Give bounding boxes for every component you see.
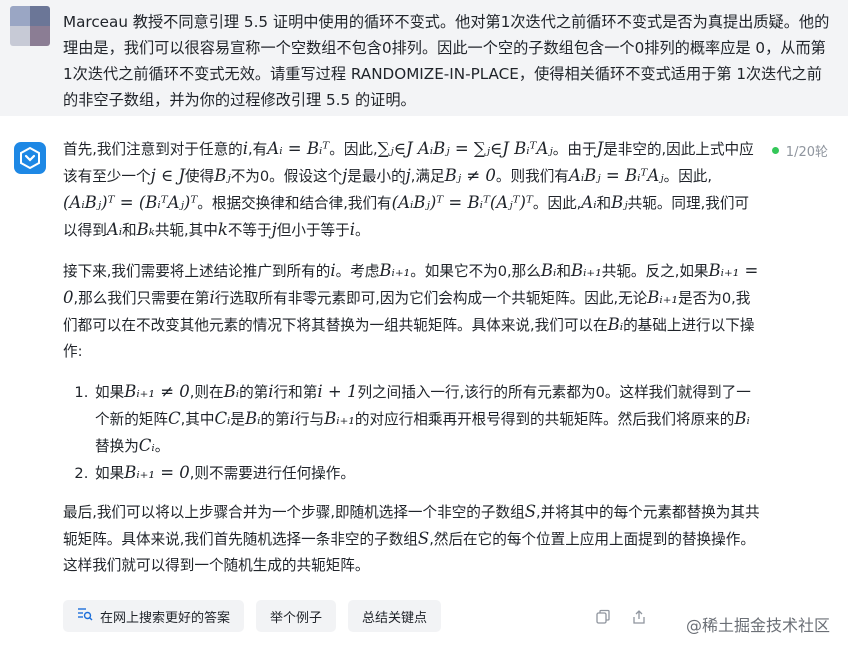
text-segment: 是最小的 <box>347 168 406 185</box>
math-expression: k <box>217 220 228 239</box>
copy-icon[interactable] <box>594 608 612 626</box>
example-button[interactable]: 举个例子 <box>256 600 337 632</box>
text-segment: 首先,我们注意到对于任意的 <box>63 141 243 158</box>
text-segment: 的对应行相乘再开根号得到的共轭矩阵。然后我们将原来的 <box>354 411 735 428</box>
watermark: @稀土掘金技术社区 <box>686 612 830 636</box>
text-segment: 行选取所有非零元素即可,因为它们会构成一个共轭矩阵。因此,无论 <box>214 290 648 307</box>
math-expression: AᵢBⱼ = BᵢᵀAⱼ <box>568 166 664 185</box>
text-segment: 和 <box>556 263 571 280</box>
math-expression: Bᵢ₊₁ <box>379 261 411 280</box>
math-expression: Bᵢ₊₁ <box>324 409 355 428</box>
text-segment: 不等于 <box>227 222 272 239</box>
search-list-icon <box>77 606 93 626</box>
answer-content: 首先,我们注意到对于任意的i,有Aᵢ = Bᵢᵀ。因此,∑ⱼ∈J AᵢBⱼ = … <box>63 136 763 593</box>
text-segment: 。则我们有 <box>495 168 569 185</box>
summary-button[interactable]: 总结关键点 <box>348 600 442 632</box>
text-segment: 最后,我们可以将以上步骤合并为一个步骤,即随机选择一个非空的子数组 <box>63 504 525 521</box>
summary-label: 总结关键点 <box>362 610 428 626</box>
text-segment: ,则不需要进行任何操作。 <box>189 465 355 482</box>
chat-bot-icon <box>14 142 46 174</box>
search-web-button[interactable]: 在网上搜索更好的答案 <box>63 600 245 632</box>
text-segment: ,满足 <box>410 168 445 185</box>
search-web-label: 在网上搜索更好的答案 <box>100 610 231 626</box>
math-expression: Bᵢ <box>540 261 557 280</box>
example-label: 举个例子 <box>270 610 323 626</box>
text-segment: 共轭,其中 <box>154 222 218 239</box>
suggestion-actions: 在网上搜索更好的答案 举个例子 总结关键点 <box>63 600 442 632</box>
text-segment: 接下来,我们需要将上述结论推广到所有的 <box>63 263 331 280</box>
text-segment: ,其中 <box>180 411 215 428</box>
text-segment: 的第 <box>239 384 269 401</box>
math-expression: Bⱼ ≠ 0 <box>444 166 496 185</box>
math-expression: S <box>524 502 536 521</box>
math-expression: Bᵢ₊₁ ≠ 0 <box>124 382 190 401</box>
text-segment: 。如果它不为0,那么 <box>410 263 541 280</box>
text-segment: 和 <box>122 222 137 239</box>
text-segment: 。根据交换律和结合律,我们有 <box>197 195 392 212</box>
math-expression: Bᵢ₊₁ <box>570 261 602 280</box>
question-text: Marceau 教授不同意引理 5.5 证明中使用的循环不变式。他对第1次迭代之… <box>63 13 830 109</box>
text-segment: 不为0。假设这个 <box>230 168 343 185</box>
math-expression: Bᵢ <box>223 382 240 401</box>
text-segment: 。因此, <box>532 195 582 212</box>
math-expression: C <box>167 409 181 428</box>
math-expression: S <box>417 529 430 548</box>
answer-paragraph-3: 最后,我们可以将以上步骤合并为一个步骤,即随机选择一个非空的子数组S,并将其中的… <box>63 499 763 579</box>
text-segment: 但小于等于 <box>276 222 350 239</box>
answer-paragraph-1: 首先,我们注意到对于任意的i,有Aᵢ = Bᵢᵀ。因此,∑ⱼ∈J AᵢBⱼ = … <box>63 136 763 244</box>
status-dot <box>771 147 779 154</box>
watermark-text: @稀土掘金技术社区 <box>685 616 830 635</box>
text-segment: 。因此, <box>663 168 713 185</box>
math-expression: (AᵢBⱼ)ᵀ = Bᵢᵀ(Aⱼᵀ)ᵀ <box>391 193 533 212</box>
math-expression: Bᵢ₊₁ <box>647 288 679 307</box>
text-segment: 。因此, <box>329 141 378 158</box>
math-expression: i + 1 <box>317 382 358 401</box>
user-question: Marceau 教授不同意引理 5.5 证明中使用的循环不变式。他对第1次迭代之… <box>0 0 848 116</box>
text-segment: 。考虑 <box>335 263 380 280</box>
math-expression: j ∈ J <box>150 166 186 185</box>
math-expression: Bⱼ <box>611 193 628 212</box>
text-segment: 行与 <box>294 411 325 428</box>
text-segment: 。 <box>355 222 370 239</box>
math-expression: Aᵢ <box>106 220 123 239</box>
text-segment: ,那么我们只需要在第 <box>73 290 210 307</box>
text-segment: 行和第 <box>273 384 318 401</box>
math-expression: Bₖ <box>136 220 155 239</box>
steps-list: 如果Bᵢ₊₁ ≠ 0,则在Bᵢ的第i行和第i + 1列之间插入一行,该行的所有元… <box>63 379 763 487</box>
text-segment: 使得 <box>185 168 215 185</box>
text-segment: 如果 <box>95 465 125 482</box>
share-icon[interactable] <box>630 608 648 626</box>
math-expression: Cᵢ <box>214 409 231 428</box>
text-segment: 的第 <box>260 411 290 428</box>
math-expression: Cᵢ <box>138 436 155 455</box>
text-segment: 替换为 <box>95 438 139 455</box>
round-count: 1/20轮 <box>785 145 828 160</box>
answer-paragraph-2: 接下来,我们需要将上述结论推广到所有的i。考虑Bᵢ₊₁。如果它不为0,那么Bᵢ和… <box>63 258 763 365</box>
assistant-answer: 1/20轮 首先,我们注意到对于任意的i,有Aᵢ = Bᵢᵀ。因此,∑ⱼ∈J A… <box>0 116 848 654</box>
text-segment: 。由于 <box>552 141 597 158</box>
math-expression: Bⱼ <box>214 166 231 185</box>
math-expression: Bᵢ <box>607 315 624 334</box>
text-segment: ,则在 <box>189 384 224 401</box>
answer-tools <box>594 608 648 626</box>
math-expression: Aᵢ = Bᵢᵀ <box>267 139 330 158</box>
user-avatar <box>10 6 50 46</box>
text-segment: 和 <box>596 195 612 212</box>
math-expression: Bᵢ <box>245 409 261 428</box>
text-segment: 。 <box>154 438 170 455</box>
math-expression: Aᵢ <box>581 193 597 212</box>
text-segment: ,有 <box>248 141 268 158</box>
text-segment: 是 <box>230 411 245 428</box>
text-segment: 如果 <box>95 384 125 401</box>
math-expression: Bᵢ <box>734 409 750 428</box>
text-segment: 共轭。反之,如果 <box>601 263 709 280</box>
math-expression: ∑ⱼ∈J AᵢBⱼ = ∑ⱼ∈J BᵢᵀAⱼ <box>377 139 553 158</box>
math-expression: (AᵢBⱼ)ᵀ = (BᵢᵀAⱼ)ᵀ <box>63 193 198 212</box>
list-item: 如果Bᵢ₊₁ = 0,则不需要进行任何操作。 <box>93 460 763 487</box>
round-counter: 1/20轮 <box>771 141 828 160</box>
math-expression: Bᵢ₊₁ = 0 <box>124 463 190 482</box>
list-item: 如果Bᵢ₊₁ ≠ 0,则在Bᵢ的第i行和第i + 1列之间插入一行,该行的所有元… <box>93 379 763 460</box>
